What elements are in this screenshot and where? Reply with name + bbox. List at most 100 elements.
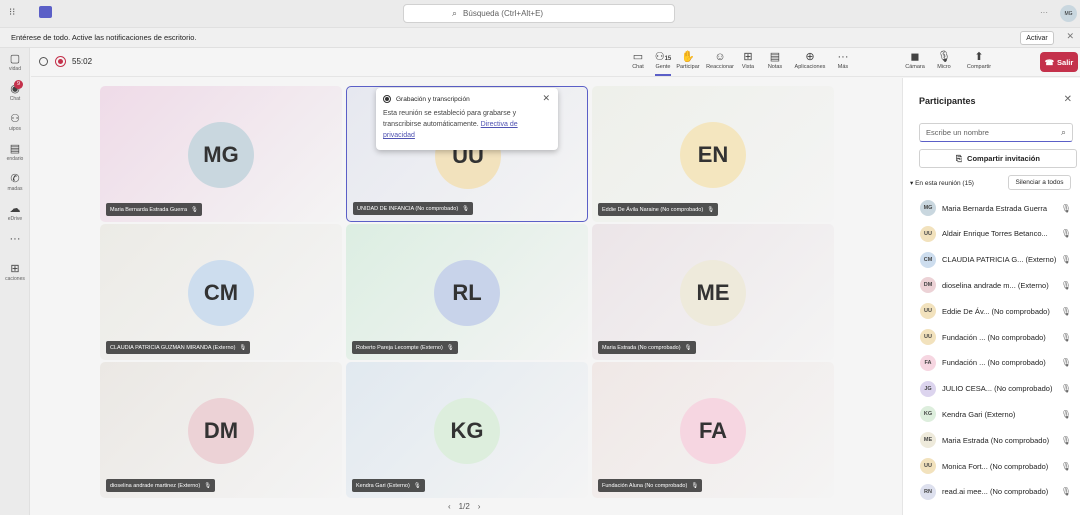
recording-icon[interactable] xyxy=(55,56,66,67)
rail-label: vidad xyxy=(9,66,21,72)
rail-icon: ⚇ xyxy=(10,113,20,125)
toolbar-icon: ✋ xyxy=(681,51,695,63)
avatar: KG xyxy=(434,398,500,464)
participant-row[interactable]: UU Fundación ... (No comprobado) 🎙 xyxy=(903,324,1080,350)
avatar: FA xyxy=(920,354,936,371)
toolbar-label: Gente xyxy=(655,64,671,70)
rail-item[interactable]: ▢ vidad xyxy=(0,50,30,80)
video-tile[interactable]: RL Roberto Pareja Lecompte (Externo) 🎙 xyxy=(346,224,588,360)
search-icon: ⌕ xyxy=(452,8,458,18)
avatar: FA xyxy=(680,398,746,464)
rail-label: uipos xyxy=(9,126,21,132)
close-icon[interactable]: ✕ xyxy=(1064,94,1072,105)
notification-text: Entérese de todo. Active las notificacio… xyxy=(11,33,197,42)
video-tile[interactable]: FA Fundación Aluna (No comprobado) 🎙 xyxy=(592,362,834,498)
participant-name: Kendra Gari (Externo) xyxy=(942,409,1016,419)
hang-up-icon: ☎ xyxy=(1044,57,1055,67)
avatar: MG xyxy=(188,122,254,188)
video-tile[interactable]: CM CLAUDIA PATRICIA GUZMAN MIRANDA (Exter… xyxy=(100,224,342,360)
participant-row[interactable]: KG Kendra Gari (Externo) 🎙 xyxy=(903,401,1080,427)
activate-notifications-button[interactable]: Activar xyxy=(1020,31,1054,45)
close-icon[interactable]: ✕ xyxy=(542,93,550,104)
in-meeting-section[interactable]: ▾ En esta reunión (15) xyxy=(910,179,974,187)
rail-item[interactable]: ··· xyxy=(0,230,30,260)
participant-name: Fundación ... (No comprobado) xyxy=(942,358,1046,368)
toolbar-label: Micro xyxy=(937,64,951,70)
video-tile[interactable]: EN Eddie De Ávila Naraine (No comprobado)… xyxy=(592,86,834,222)
participant-row[interactable]: UU Monica Fort... (No comprobado) 🎙 xyxy=(903,453,1080,479)
participant-row[interactable]: FA Fundación ... (No comprobado) 🎙 xyxy=(903,350,1080,376)
panel-title: Participantes xyxy=(919,96,976,106)
next-page-icon[interactable]: › xyxy=(478,502,481,511)
mic-off-icon: 🎙 xyxy=(1060,384,1071,394)
participant-row[interactable]: UU Eddie De Áv... (No comprobado) 🎙 xyxy=(903,298,1080,324)
toolbar-label: Aplicaciones xyxy=(794,64,826,70)
toolbar-icon: ⊕ xyxy=(805,51,815,63)
rail-item[interactable]: ▤ endario xyxy=(0,140,30,170)
participant-row[interactable]: CM CLAUDIA PATRICIA G... (Externo) 🎙 xyxy=(903,247,1080,273)
toolbar-button[interactable]: ··· Más xyxy=(830,50,856,76)
user-avatar[interactable]: MG xyxy=(1060,5,1077,22)
toolbar-button[interactable]: ⊞ Vista xyxy=(735,50,761,76)
rail-item[interactable]: ☁ eDrive xyxy=(0,200,30,230)
toolbar-button[interactable]: ✋ Participar xyxy=(671,50,705,76)
rail-label: Chat xyxy=(9,96,21,102)
avatar: RL xyxy=(434,260,500,326)
participant-row[interactable]: RN read.ai mee... (No comprobado) 🎙 xyxy=(903,479,1080,505)
rail-label: caciones xyxy=(5,276,25,282)
toolbar-button[interactable]: ▭ Chat xyxy=(624,50,652,76)
participant-row[interactable]: UU Aldair Enrique Torres Betanco... 🎙 xyxy=(903,221,1080,247)
participant-row[interactable]: DM dioselina andrade m... (Externo) 🎙 xyxy=(903,272,1080,298)
avatar: JG xyxy=(920,380,936,397)
video-tile[interactable]: ME Maria Estrada (No comprobado) 🎙 xyxy=(592,224,834,360)
participant-name: Eddie De Áv... (No comprobado) xyxy=(942,306,1050,316)
toolbar-label: Chat xyxy=(632,64,644,70)
video-tile[interactable]: DM dioselina andrade martinez (Externo) 🎙 xyxy=(100,362,342,498)
toolbar-button[interactable]: 🎙 Micro xyxy=(930,50,958,76)
rail-item[interactable]: ◉ Chat 9 xyxy=(0,80,30,110)
mic-off-icon: 🎙 xyxy=(1060,229,1071,239)
mic-off-icon: 🎙 xyxy=(1060,358,1071,368)
participants-panel: Participantes ✕ Escribe un nombre ⌕ ⎘ Com… xyxy=(902,78,1080,515)
participant-search-input[interactable]: Escribe un nombre ⌕ xyxy=(919,123,1073,142)
mic-off-icon: 🎙 xyxy=(684,344,692,351)
more-options-icon[interactable]: ··· xyxy=(1040,8,1048,17)
toolbar-icon: ☺ xyxy=(714,51,726,63)
avatar: RN xyxy=(920,483,936,500)
mic-off-icon: 🎙 xyxy=(1060,203,1071,213)
participant-row[interactable]: MG Maria Bernarda Estrada Guerra 🎙 xyxy=(903,195,1080,221)
close-icon[interactable]: ✕ xyxy=(1066,31,1074,42)
rail-icon: ▢ xyxy=(9,53,21,65)
rail-item[interactable]: ⚇ uipos xyxy=(0,110,30,140)
toolbar-label: Más xyxy=(837,64,849,70)
participant-name-tag: CLAUDIA PATRICIA GUZMAN MIRANDA (Externo… xyxy=(106,341,251,354)
participant-name: CLAUDIA PATRICIA G... (Externo) xyxy=(942,255,1057,265)
avatar: UU xyxy=(920,225,936,242)
participant-name: Aldair Enrique Torres Betanco... xyxy=(942,229,1048,239)
participant-name-tag: Kendra Gari (Externo) 🎙 xyxy=(352,479,425,492)
recording-popup: Grabación y transcripción ✕ Esta reunión… xyxy=(376,88,558,150)
toolbar-icon: ⊞ xyxy=(743,51,753,63)
participant-row[interactable]: ME Maria Estrada (No comprobado) 🎙 xyxy=(903,427,1080,453)
rail-item[interactable]: ⊞ caciones xyxy=(0,260,30,290)
toolbar-button[interactable]: ▤ Notas xyxy=(762,50,788,76)
rail-item[interactable]: ✆ madas xyxy=(0,170,30,200)
app-grid-icon[interactable]: ⁝⁝ xyxy=(9,7,15,18)
participant-row[interactable]: JG JULIO CESA... (No comprobado) 🎙 xyxy=(903,376,1080,402)
prev-page-icon[interactable]: ‹ xyxy=(448,502,451,511)
toolbar-button[interactable]: ⬆ Compartir xyxy=(958,50,1000,76)
mic-off-icon: 🎙 xyxy=(1060,461,1071,471)
mute-all-button[interactable]: Silenciar a todos xyxy=(1008,175,1071,190)
mic-off-icon: 🎙 xyxy=(707,206,715,213)
video-tile[interactable]: KG Kendra Gari (Externo) 🎙 xyxy=(346,362,588,498)
share-invite-button[interactable]: ⎘ Compartir invitación xyxy=(919,149,1077,168)
participant-name: Maria Estrada (No comprobado) xyxy=(942,435,1050,445)
leave-button[interactable]: ☎ Salir xyxy=(1040,52,1078,72)
toolbar-button[interactable]: ⊕ Aplicaciones xyxy=(787,50,833,76)
toolbar-button[interactable]: ◼ Cámara xyxy=(900,50,930,76)
video-tile[interactable]: MG Maria Bernarda Estrada Guerra 🎙 xyxy=(100,86,342,222)
toolbar-button[interactable]: ☺ Reaccionar xyxy=(701,50,739,76)
search-input[interactable]: ⌕ Búsqueda (Ctrl+Alt+E) xyxy=(403,4,675,23)
mic-off-icon: 🎙 xyxy=(1060,280,1071,290)
toolbar-icon: 🎙 xyxy=(937,51,951,63)
